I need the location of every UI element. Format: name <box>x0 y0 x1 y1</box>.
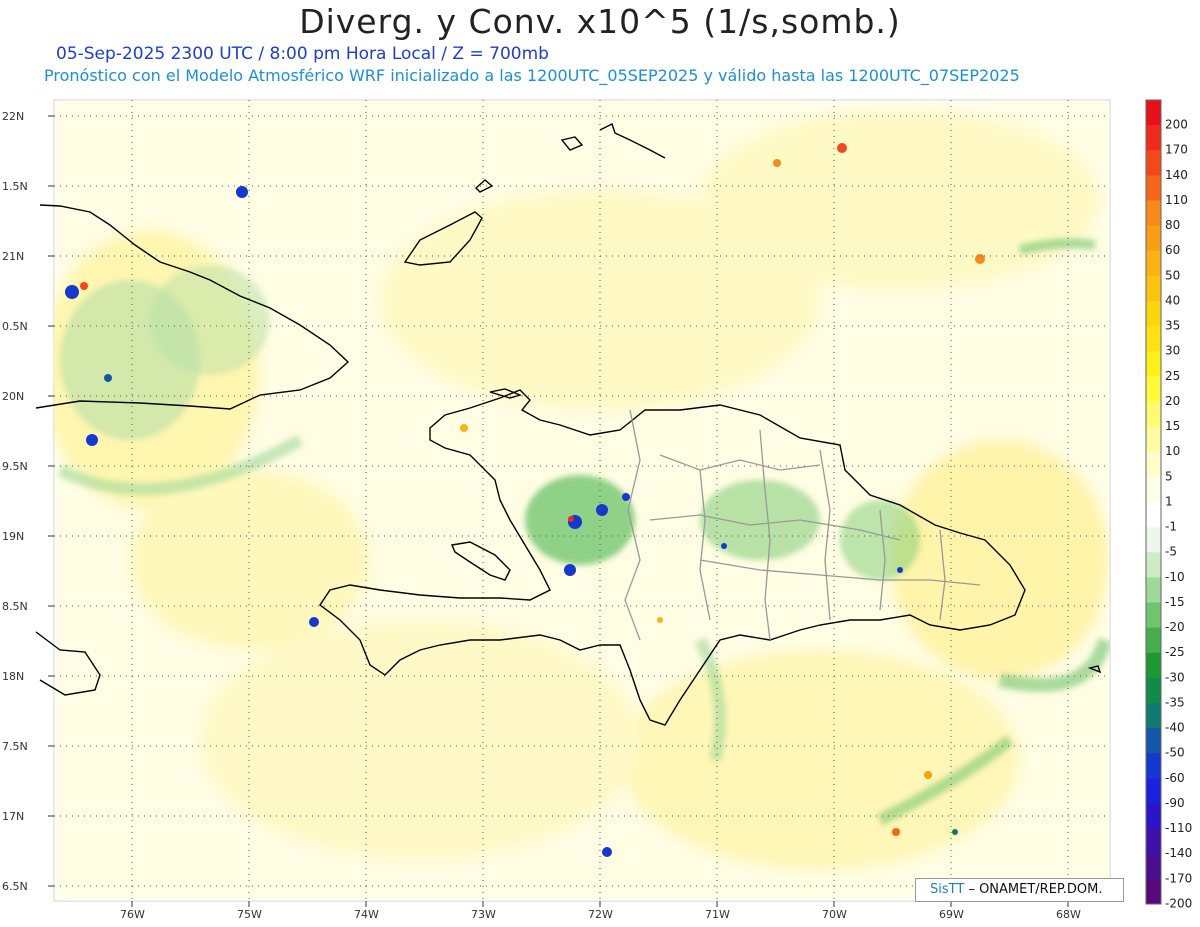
colorbar-label: -10 <box>1165 570 1185 584</box>
colorbar-label: -40 <box>1165 721 1185 735</box>
colorbar-label: -200 <box>1165 896 1192 910</box>
colorbar-label: -35 <box>1165 695 1185 709</box>
lat-label: 6.5N <box>2 880 28 893</box>
lat-label: 8.5N <box>2 600 28 613</box>
colorbar-label: -90 <box>1165 796 1185 810</box>
colorbar-swatch <box>1146 652 1161 679</box>
lat-label: 0.5N <box>2 320 28 333</box>
colorbar-swatch <box>1146 100 1161 126</box>
colorbar-label: 5 <box>1165 469 1173 483</box>
colorbar-label: 110 <box>1165 193 1188 207</box>
colorbar-label: 40 <box>1165 293 1180 307</box>
lon-label: 71W <box>705 908 730 921</box>
colorbar-label: -60 <box>1165 771 1185 785</box>
colorbar-label: -15 <box>1165 595 1185 609</box>
lon-label: 70W <box>822 908 847 921</box>
lon-label: 73W <box>471 908 496 921</box>
lat-label: 19N <box>2 530 24 543</box>
colorbar-label: -50 <box>1165 746 1185 760</box>
colorbar-label: 170 <box>1165 143 1188 157</box>
colorbar-swatch <box>1146 627 1161 654</box>
colorbar-label: 50 <box>1165 268 1180 282</box>
colorbar: 200 170 140 110 80 60 50 40 35 30 25 20 15 10 5 1 -1 -5 -1… <box>1145 99 1192 910</box>
colorbar-swatch <box>1146 878 1161 905</box>
map-canvas: 22N 1.5N 21N 0.5N 20N 9.5N 19N 8.5N 18N … <box>2 99 1192 921</box>
colorbar-swatch <box>1146 150 1161 176</box>
lon-label: 68W <box>1056 908 1081 921</box>
lat-label: 17N <box>2 810 24 823</box>
colorbar-label: -140 <box>1165 846 1192 860</box>
colorbar-label: 15 <box>1165 419 1180 433</box>
colorbar-label: 35 <box>1165 319 1180 333</box>
colorbar-label: 1 <box>1165 494 1173 508</box>
lon-label: 75W <box>237 908 262 921</box>
credit-box: SisTT – ONAMET/REP.DOM. <box>915 878 1124 902</box>
colorbar-label: 25 <box>1165 369 1180 383</box>
lat-label: 20N <box>2 390 24 403</box>
colorbar-label: -30 <box>1165 670 1185 684</box>
colorbar-swatch <box>1146 326 1161 352</box>
lon-label: 74W <box>354 908 379 921</box>
colorbar-swatch <box>1146 301 1161 327</box>
colorbar-swatch <box>1146 451 1161 478</box>
colorbar-swatch <box>1146 778 1161 805</box>
lat-label: 21N <box>2 250 24 263</box>
credit-text: – ONAMET/REP.DOM. <box>968 882 1103 897</box>
colorbar-swatch <box>1146 828 1161 855</box>
colorbar-label: -1 <box>1165 520 1177 534</box>
colorbar-swatch <box>1146 527 1161 553</box>
lat-axis: 22N 1.5N 21N 0.5N 20N 9.5N 19N 8.5N 18N … <box>2 110 54 893</box>
colorbar-swatch <box>1146 125 1161 151</box>
lat-label: 1.5N <box>2 180 28 193</box>
colorbar-label: -25 <box>1165 645 1185 659</box>
colorbar-swatch <box>1146 225 1161 252</box>
colorbar-label: 30 <box>1165 344 1180 358</box>
colorbar-swatch <box>1146 577 1161 604</box>
colorbar-label: 10 <box>1165 444 1180 458</box>
sistt-logo: SisTT <box>930 882 965 897</box>
colorbar-swatch <box>1146 401 1161 428</box>
lat-label: 7.5N <box>2 740 28 753</box>
colorbar-swatch <box>1146 602 1161 629</box>
lat-label: 22N <box>2 110 24 123</box>
lon-axis: 76W 75W 74W 73W 72W 71W 70W 69W 68W <box>120 901 1081 921</box>
lon-label: 76W <box>120 908 145 921</box>
colorbar-label: -110 <box>1165 821 1192 835</box>
colorbar-label: -20 <box>1165 620 1185 634</box>
colorbar-label: 140 <box>1165 168 1188 182</box>
colorbar-label: -170 <box>1165 871 1192 885</box>
colorbar-swatch <box>1146 175 1161 202</box>
colorbar-swatch <box>1146 476 1161 503</box>
colorbar-label: 60 <box>1165 243 1180 257</box>
colorbar-swatch <box>1146 200 1161 227</box>
divergence-field <box>54 100 1110 901</box>
colorbar-swatch <box>1146 250 1161 277</box>
colorbar-swatch <box>1146 753 1161 779</box>
colorbar-swatch <box>1146 426 1161 453</box>
colorbar-label: 200 <box>1165 118 1188 132</box>
colorbar-swatch <box>1146 677 1161 704</box>
colorbar-label: 80 <box>1165 218 1180 232</box>
colorbar-swatch <box>1146 703 1161 729</box>
colorbar-label: 20 <box>1165 394 1180 408</box>
colorbar-swatch <box>1146 275 1161 302</box>
lat-label: 18N <box>2 670 24 683</box>
colorbar-swatch <box>1146 803 1161 830</box>
colorbar-swatch <box>1146 376 1161 403</box>
lon-label: 72W <box>588 908 613 921</box>
colorbar-swatch <box>1146 351 1161 377</box>
colorbar-swatch <box>1146 728 1161 754</box>
lon-label: 69W <box>939 908 964 921</box>
colorbar-swatch <box>1146 552 1161 578</box>
colorbar-swatch <box>1146 502 1161 528</box>
colorbar-label: -5 <box>1165 545 1177 559</box>
lat-label: 9.5N <box>2 460 28 473</box>
colorbar-swatch <box>1146 853 1161 880</box>
